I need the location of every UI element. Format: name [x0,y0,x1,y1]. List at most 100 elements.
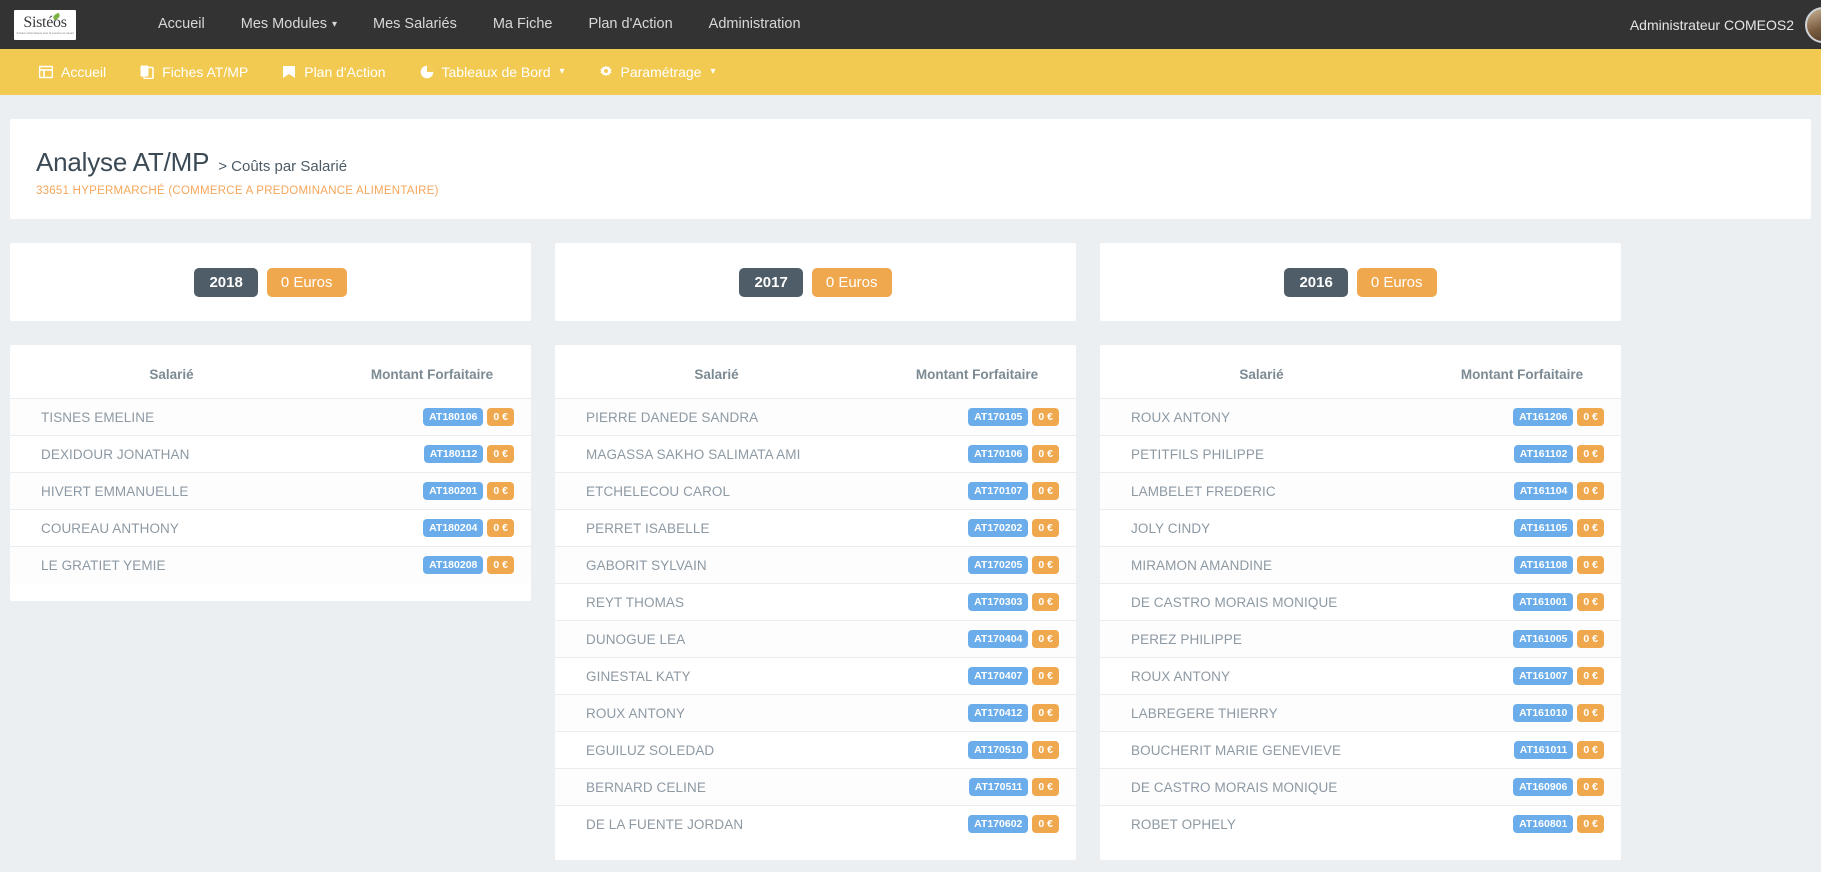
at-code-badge[interactable]: AT170107 [968,482,1029,500]
at-code-badge[interactable]: AT180112 [423,445,484,463]
table-row[interactable]: BERNARD CELINE AT170511 0 € [555,768,1076,806]
at-code-badge[interactable]: AT170510 [968,741,1029,759]
at-code-badge[interactable]: AT170602 [968,815,1029,833]
table-row[interactable]: DE CASTRO MORAIS MONIQUE AT160906 0 € [1100,768,1621,806]
amount-badge[interactable]: 0 € [1032,408,1059,426]
amount-badge[interactable]: 0 € [1032,778,1059,796]
table-row[interactable]: DEXIDOUR JONATHAN AT180112 0 € [10,435,531,473]
amount-badge[interactable]: 0 € [1577,704,1604,722]
amount-badge[interactable]: 0 € [487,482,514,500]
at-code-badge[interactable]: AT170412 [968,704,1029,722]
amount-badge[interactable]: 0 € [1032,667,1059,685]
table-row[interactable]: DE CASTRO MORAIS MONIQUE AT161001 0 € [1100,583,1621,621]
amount-badge[interactable]: 0 € [487,408,514,426]
at-code-badge[interactable]: AT170407 [968,667,1029,685]
table-row[interactable]: GINESTAL KATY AT170407 0 € [555,657,1076,695]
table-row[interactable]: PETITFILS PHILIPPE AT161102 0 € [1100,435,1621,473]
top-nav-item-ma-fiche[interactable]: Ma Fiche [475,0,571,49]
at-code-badge[interactable]: AT161105 [1513,519,1574,537]
at-code-badge[interactable]: AT180208 [423,556,484,574]
amount-badge[interactable]: 0 € [1577,815,1604,833]
total-euros-badge[interactable]: 0 Euros [811,267,892,297]
avatar[interactable] [1805,6,1821,43]
table-row[interactable]: LE GRATIET YEMIE AT180208 0 € [10,546,531,583]
amount-badge[interactable]: 0 € [487,556,514,574]
subnav-item-plan-daction[interactable]: Plan d'Action [265,64,402,80]
amount-badge[interactable]: 0 € [1577,741,1604,759]
at-code-badge[interactable]: AT161011 [1513,741,1574,759]
table-row[interactable]: GABORIT SYLVAIN AT170205 0 € [555,546,1076,584]
amount-badge[interactable]: 0 € [1577,556,1604,574]
top-nav-item-mes-salaries[interactable]: Mes Salariés [355,0,475,49]
at-code-badge[interactable]: AT161005 [1513,630,1574,648]
amount-badge[interactable]: 0 € [1577,519,1604,537]
at-code-badge[interactable]: AT170404 [968,630,1029,648]
amount-badge[interactable]: 0 € [1032,556,1059,574]
at-code-badge[interactable]: AT161108 [1513,556,1574,574]
amount-badge[interactable]: 0 € [1577,593,1604,611]
year-badge[interactable]: 2018 [194,267,258,297]
subnav-item-tableaux-de-bord[interactable]: Tableaux de Bord ▾ [403,64,582,80]
at-code-badge[interactable]: AT170106 [968,445,1029,463]
year-badge[interactable]: 2017 [739,267,803,297]
table-row[interactable]: PEREZ PHILIPPE AT161005 0 € [1100,620,1621,658]
table-row[interactable]: EGUILUZ SOLEDAD AT170510 0 € [555,731,1076,769]
table-row[interactable]: ROBET OPHELY AT160801 0 € [1100,805,1621,842]
year-badge[interactable]: 2016 [1284,267,1348,297]
table-row[interactable]: BOUCHERIT MARIE GENEVIEVE AT161011 0 € [1100,731,1621,769]
at-code-badge[interactable]: AT170511 [968,778,1029,796]
table-row[interactable]: DUNOGUE LEA AT170404 0 € [555,620,1076,658]
at-code-badge[interactable]: AT161007 [1513,667,1574,685]
amount-badge[interactable]: 0 € [1032,630,1059,648]
at-code-badge[interactable]: AT180204 [423,519,484,537]
table-row[interactable]: LAMBELET FREDERIC AT161104 0 € [1100,472,1621,510]
table-row[interactable]: PIERRE DANEDE SANDRA AT170105 0 € [555,398,1076,436]
at-code-badge[interactable]: AT180201 [423,482,484,500]
at-code-badge[interactable]: AT170303 [968,593,1029,611]
table-row[interactable]: ETCHELECOU CAROL AT170107 0 € [555,472,1076,510]
subnav-item-parametrage[interactable]: Paramétrage ▾ [582,64,733,80]
amount-badge[interactable]: 0 € [1032,741,1059,759]
amount-badge[interactable]: 0 € [487,519,514,537]
table-row[interactable]: REYT THOMAS AT170303 0 € [555,583,1076,621]
at-code-badge[interactable]: AT161206 [1513,408,1574,426]
table-row[interactable]: ROUX ANTONY AT170412 0 € [555,694,1076,732]
table-row[interactable]: TISNES EMELINE AT180106 0 € [10,398,531,436]
at-code-badge[interactable]: AT161010 [1513,704,1574,722]
amount-badge[interactable]: 0 € [1577,482,1604,500]
table-row[interactable]: MAGASSA SAKHO SALIMATA AMI AT170106 0 € [555,435,1076,473]
at-code-badge[interactable]: AT180106 [423,408,484,426]
amount-badge[interactable]: 0 € [1577,667,1604,685]
table-row[interactable]: COUREAU ANTHONY AT180204 0 € [10,509,531,547]
table-row[interactable]: LABREGERE THIERRY AT161010 0 € [1100,694,1621,732]
at-code-badge[interactable]: AT170105 [968,408,1029,426]
total-euros-badge[interactable]: 0 Euros [266,267,347,297]
amount-badge[interactable]: 0 € [1577,408,1604,426]
amount-badge[interactable]: 0 € [1032,482,1059,500]
amount-badge[interactable]: 0 € [1032,704,1059,722]
table-row[interactable]: JOLY CINDY AT161105 0 € [1100,509,1621,547]
sisteos-logo[interactable]: Sistéos Solution informatique pour la sé… [14,9,76,40]
table-row[interactable]: MIRAMON AMANDINE AT161108 0 € [1100,546,1621,584]
amount-badge[interactable]: 0 € [1032,815,1059,833]
at-code-badge[interactable]: AT161104 [1513,482,1574,500]
subnav-item-fiches-atmp[interactable]: Fiches AT/MP [123,64,265,80]
at-code-badge[interactable]: AT170202 [968,519,1029,537]
top-nav-item-plan-daction[interactable]: Plan d'Action [570,0,690,49]
total-euros-badge[interactable]: 0 Euros [1356,267,1437,297]
amount-badge[interactable]: 0 € [1577,778,1604,796]
at-code-badge[interactable]: AT160906 [1513,778,1574,796]
top-nav-item-accueil[interactable]: Accueil [140,0,223,49]
table-row[interactable]: ROUX ANTONY AT161206 0 € [1100,398,1621,436]
amount-badge[interactable]: 0 € [1577,445,1604,463]
table-row[interactable]: DE LA FUENTE JORDAN AT170602 0 € [555,805,1076,842]
table-row[interactable]: ROUX ANTONY AT161007 0 € [1100,657,1621,695]
at-code-badge[interactable]: AT161102 [1513,445,1574,463]
at-code-badge[interactable]: AT170205 [968,556,1029,574]
amount-badge[interactable]: 0 € [1032,445,1059,463]
at-code-badge[interactable]: AT160801 [1513,815,1574,833]
table-row[interactable]: HIVERT EMMANUELLE AT180201 0 € [10,472,531,510]
amount-badge[interactable]: 0 € [1032,519,1059,537]
top-nav-item-mes-modules[interactable]: Mes Modules ▾ [223,0,355,50]
at-code-badge[interactable]: AT161001 [1513,593,1574,611]
